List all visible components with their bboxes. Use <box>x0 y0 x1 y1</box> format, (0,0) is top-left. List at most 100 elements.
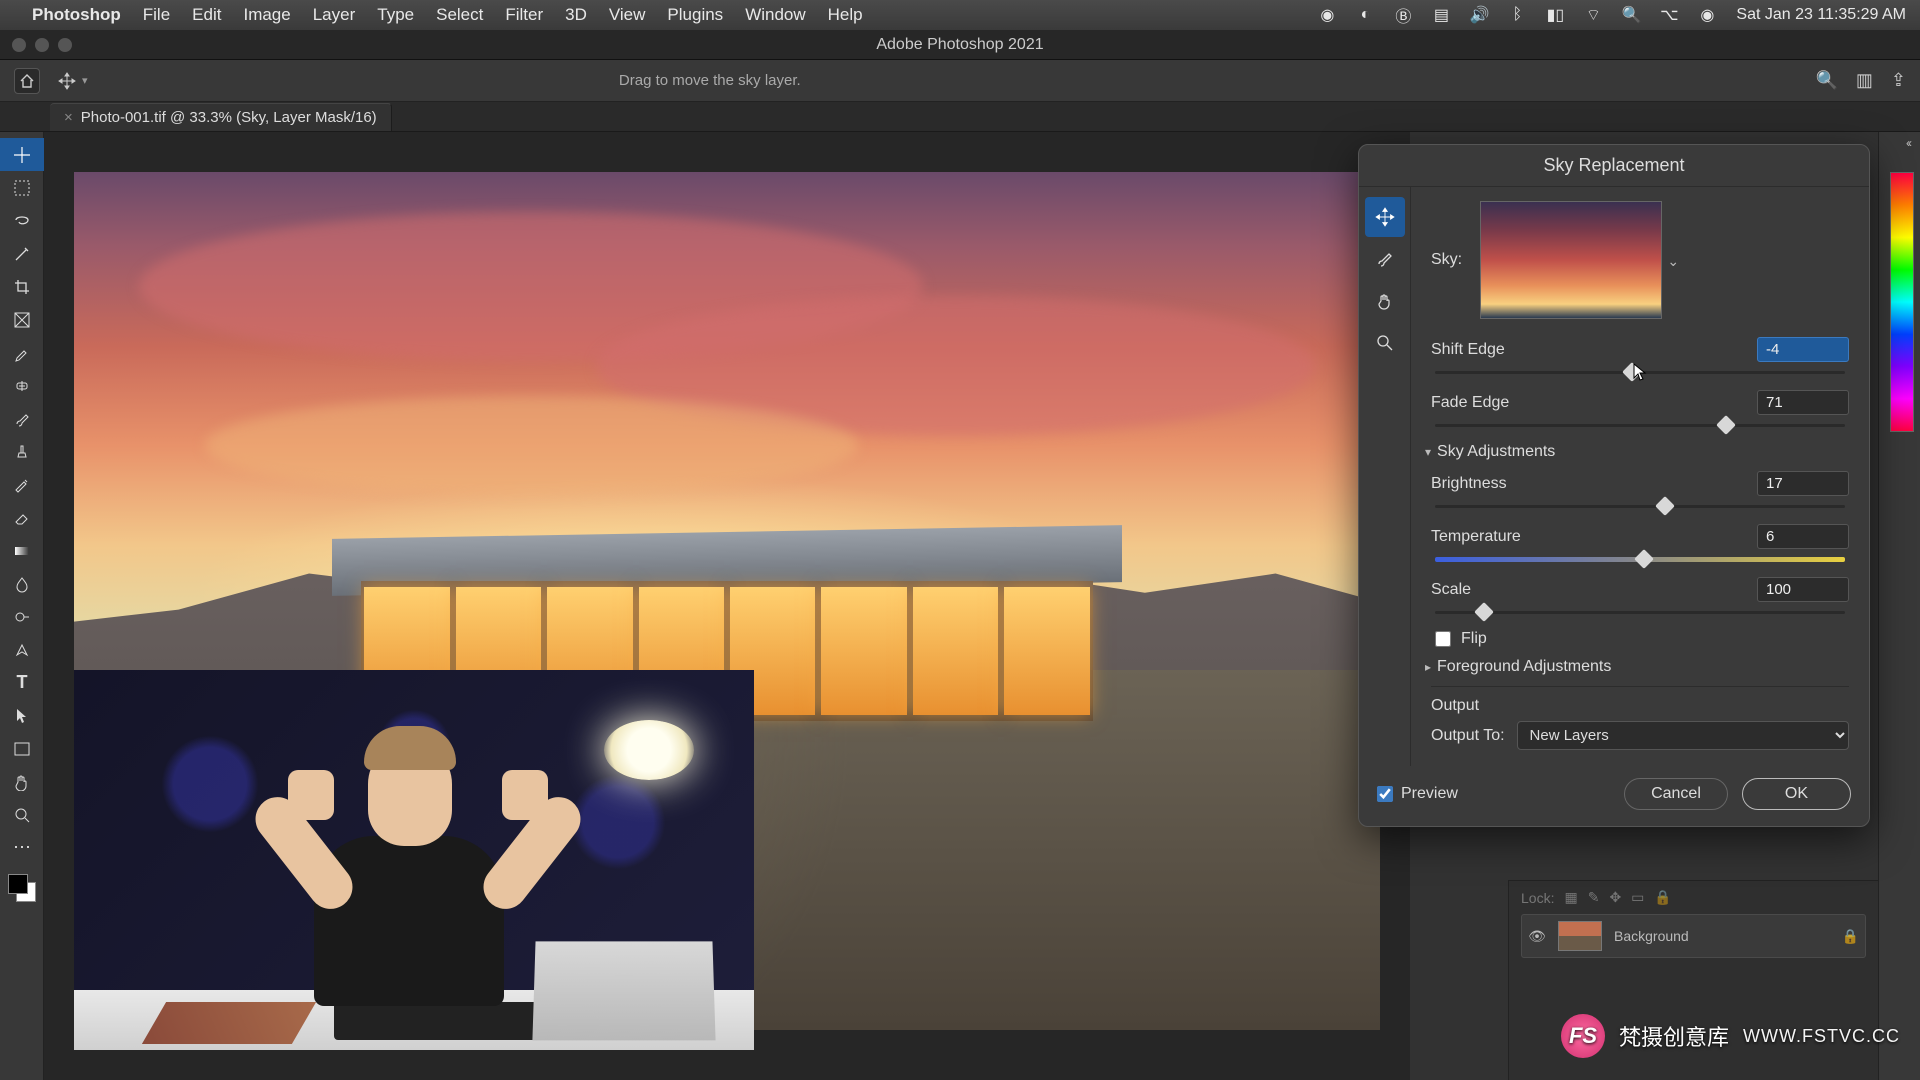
lock-move-icon[interactable]: ✥ <box>1609 889 1621 906</box>
menu-layer[interactable]: Layer <box>313 5 356 25</box>
dialog-move-tool[interactable] <box>1365 197 1405 237</box>
canvas-area[interactable] <box>44 132 1410 1080</box>
options-bar: ▾ Drag to move the sky layer. 🔍 ▥ ⇪ <box>0 60 1920 102</box>
flip-input[interactable] <box>1435 631 1451 647</box>
menubar-clock[interactable]: Sat Jan 23 11:35:29 AM <box>1736 6 1906 24</box>
preview-input[interactable] <box>1377 786 1393 802</box>
scale-value[interactable] <box>1757 577 1849 602</box>
preview-checkbox[interactable]: Preview <box>1377 785 1458 803</box>
sky-label: Sky: <box>1431 251 1462 269</box>
search-icon[interactable]: 🔍 <box>1815 70 1837 91</box>
lock-all-icon[interactable]: 🔒 <box>1654 889 1671 906</box>
layer-thumbnail[interactable] <box>1558 921 1602 951</box>
menu-type[interactable]: Type <box>377 5 414 25</box>
traffic-lights[interactable] <box>12 38 72 52</box>
eraser-tool[interactable] <box>0 501 44 534</box>
menu-image[interactable]: Image <box>243 5 290 25</box>
move-tool[interactable] <box>0 138 44 171</box>
menu-3d[interactable]: 3D <box>565 5 587 25</box>
section-foreground-adjustments[interactable]: ▸ Foreground Adjustments <box>1425 658 1849 676</box>
tool-preset[interactable]: ▾ <box>58 72 88 90</box>
lock-artboard-icon[interactable]: ▭ <box>1631 889 1644 906</box>
visibility-icon[interactable]: 👁 <box>1528 928 1546 945</box>
app-name[interactable]: Photoshop <box>32 5 121 25</box>
menu-file[interactable]: File <box>143 5 170 25</box>
cancel-button[interactable]: Cancel <box>1624 778 1728 810</box>
wifi-icon[interactable]: ⌔ <box>1584 6 1602 24</box>
menu-window[interactable]: Window <box>745 5 805 25</box>
lock-brush-icon[interactable]: ✎ <box>1588 889 1600 906</box>
flip-checkbox[interactable]: Flip <box>1435 630 1849 648</box>
menu-plugins[interactable]: Plugins <box>667 5 723 25</box>
pen-tool[interactable] <box>0 633 44 666</box>
spotlight-icon[interactable]: 🔍 <box>1622 6 1640 24</box>
calendar-icon[interactable]: ▤ <box>1432 6 1450 24</box>
ok-button[interactable]: OK <box>1742 778 1851 810</box>
dialog-zoom-tool[interactable] <box>1365 323 1405 363</box>
gradient-tool[interactable] <box>0 534 44 567</box>
color-swatches[interactable] <box>0 870 43 910</box>
shift-edge-value[interactable] <box>1757 337 1849 362</box>
rectangle-tool[interactable] <box>0 732 44 765</box>
output-to-select[interactable]: New Layers <box>1517 721 1849 750</box>
siri-icon[interactable]: ◉ <box>1698 6 1716 24</box>
menu-select[interactable]: Select <box>436 5 483 25</box>
battery-icon[interactable]: ▮▯ <box>1546 6 1564 24</box>
scale-label: Scale <box>1431 581 1471 599</box>
lasso-tool[interactable] <box>0 204 44 237</box>
layer-lock-icon[interactable]: 🔒 <box>1842 928 1859 945</box>
section-sky-adjustments[interactable]: ▾ Sky Adjustments <box>1425 443 1849 461</box>
blur-tool[interactable] <box>0 567 44 600</box>
temperature-slider[interactable] <box>1435 553 1845 567</box>
stamp-tool[interactable] <box>0 435 44 468</box>
fg-color-swatch[interactable] <box>8 874 28 894</box>
cc-icon[interactable]: ◐ <box>1356 6 1374 24</box>
frame-tool[interactable] <box>0 303 44 336</box>
dodge-tool[interactable] <box>0 600 44 633</box>
dialog-hand-tool[interactable] <box>1365 281 1405 321</box>
history-brush-tool[interactable] <box>0 468 44 501</box>
marquee-tool[interactable] <box>0 171 44 204</box>
brush-tool[interactable] <box>0 402 44 435</box>
menu-view[interactable]: View <box>609 5 646 25</box>
heal-tool[interactable] <box>0 369 44 402</box>
path-select-tool[interactable] <box>0 699 44 732</box>
document-tab[interactable]: × Photo-001.tif @ 33.3% (Sky, Layer Mask… <box>50 103 392 131</box>
record-icon[interactable]: ◉ <box>1318 6 1336 24</box>
workspace-icon[interactable]: ▥ <box>1856 70 1873 91</box>
share-icon[interactable]: ⇪ <box>1891 70 1906 91</box>
param-fade-edge: Fade Edge <box>1431 390 1849 433</box>
dialog-brush-tool[interactable] <box>1365 239 1405 279</box>
more-tools[interactable]: ⋯ <box>0 831 44 864</box>
menu-filter[interactable]: Filter <box>505 5 543 25</box>
menu-help[interactable]: Help <box>828 5 863 25</box>
type-tool[interactable]: T <box>0 666 44 699</box>
eyedropper-tool[interactable] <box>0 336 44 369</box>
bluetooth-icon[interactable]: ᛒ <box>1508 6 1526 24</box>
fade-edge-slider[interactable] <box>1435 419 1845 433</box>
zoom-tool[interactable] <box>0 798 44 831</box>
hand-tool[interactable] <box>0 765 44 798</box>
crop-tool[interactable] <box>0 270 44 303</box>
volume-icon[interactable]: 🔊 <box>1470 6 1488 24</box>
expand-panels-icon[interactable]: ‹‹ <box>1906 136 1910 150</box>
menu-edit[interactable]: Edit <box>192 5 221 25</box>
temperature-value[interactable] <box>1757 524 1849 549</box>
brightness-slider[interactable] <box>1435 500 1845 514</box>
lock-pixels-icon[interactable]: ▦ <box>1564 889 1577 906</box>
brightness-value[interactable] <box>1757 471 1849 496</box>
layer-name[interactable]: Background <box>1614 928 1689 944</box>
sky-preset-picker[interactable] <box>1480 201 1662 319</box>
wand-tool[interactable] <box>0 237 44 270</box>
home-button[interactable] <box>14 68 40 94</box>
close-tab-icon[interactable]: × <box>64 109 73 126</box>
watermark-url: WWW.FSTVC.CC <box>1743 1026 1900 1047</box>
sky-replacement-dialog: Sky Replacement Sky: Shift Edge <box>1358 144 1870 827</box>
fade-edge-value[interactable] <box>1757 390 1849 415</box>
shift-edge-slider[interactable] <box>1435 366 1845 380</box>
b-icon[interactable]: Ⓑ <box>1394 6 1412 24</box>
control-center-icon[interactable]: ⌥ <box>1660 6 1678 24</box>
scale-slider[interactable] <box>1435 606 1845 620</box>
color-spectrum[interactable] <box>1890 172 1914 432</box>
layer-row-background[interactable]: 👁 Background 🔒 <box>1521 914 1866 958</box>
